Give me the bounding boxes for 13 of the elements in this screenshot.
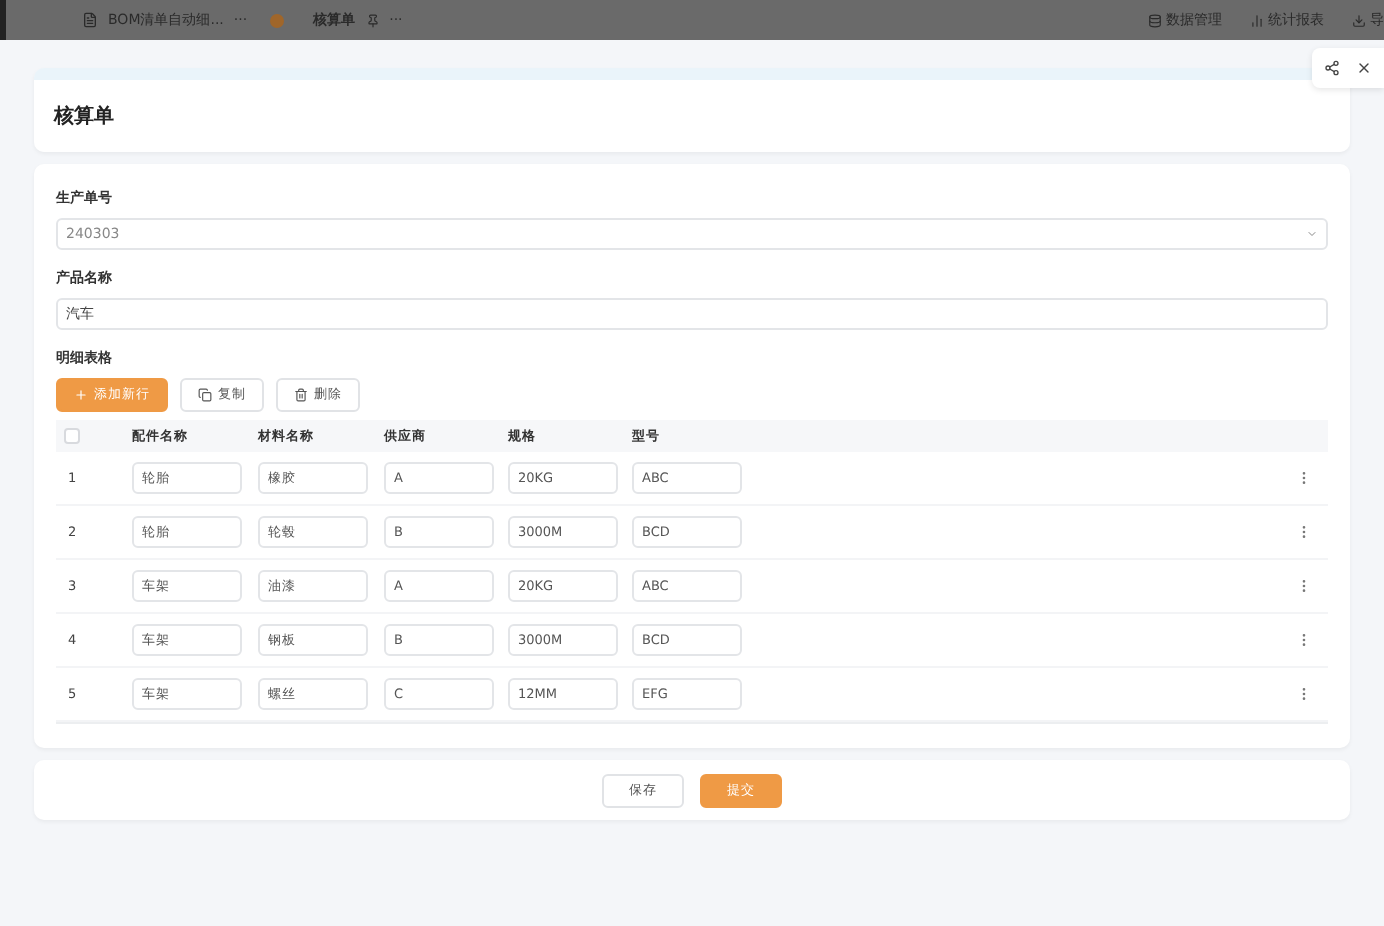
trash-icon — [294, 388, 308, 402]
copy-icon — [198, 388, 212, 402]
close-icon[interactable] — [1356, 60, 1372, 76]
share-icon[interactable] — [1324, 60, 1340, 76]
download-icon — [1352, 13, 1366, 27]
pin-icon[interactable] — [365, 13, 380, 27]
checkbox[interactable] — [64, 428, 80, 444]
database-icon — [1148, 13, 1162, 27]
bar-chart-icon — [1250, 13, 1264, 27]
form-title: 核算单 — [54, 103, 114, 130]
plus-icon — [74, 388, 88, 402]
chevron-icon — [1306, 228, 1318, 240]
document-icon — [82, 12, 98, 28]
